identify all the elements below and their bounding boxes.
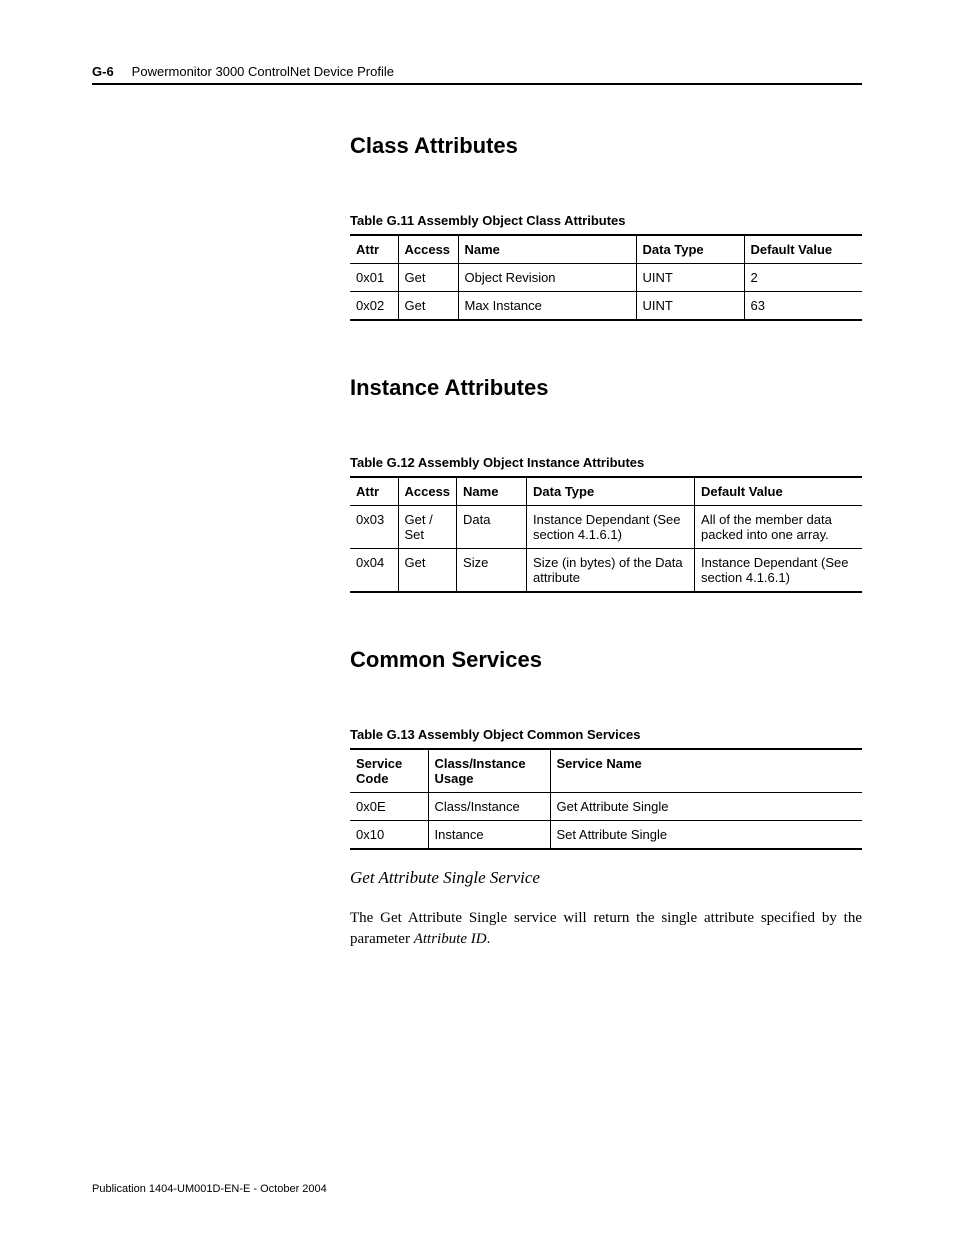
cell-name: Max Instance: [458, 292, 636, 321]
table-common-services: Service Code Class/Instance Usage Servic…: [350, 748, 862, 850]
col-service-name: Service Name: [550, 749, 862, 793]
table-caption-g12: Table G.12 Assembly Object Instance Attr…: [350, 455, 862, 470]
table-row: 0x03 Get / Set Data Instance Dependant (…: [350, 506, 862, 549]
table-caption-g13: Table G.13 Assembly Object Common Servic…: [350, 727, 862, 742]
cell-name: Data: [457, 506, 527, 549]
cell-default: All of the member data packed into one a…: [695, 506, 862, 549]
cell-data-type: UINT: [636, 264, 744, 292]
cell-data-type: Instance Dependant (See section 4.1.6.1): [527, 506, 695, 549]
cell-usage: Instance: [428, 821, 550, 850]
cell-default: 2: [744, 264, 862, 292]
table-row: 0x02 Get Max Instance UINT 63: [350, 292, 862, 321]
col-name: Name: [457, 477, 527, 506]
cell-service-name: Set Attribute Single: [550, 821, 862, 850]
col-data-type: Data Type: [636, 235, 744, 264]
cell-attr: 0x02: [350, 292, 398, 321]
document-title: Powermonitor 3000 ControlNet Device Prof…: [132, 64, 394, 79]
col-usage: Class/Instance Usage: [428, 749, 550, 793]
table-row: 0x10 Instance Set Attribute Single: [350, 821, 862, 850]
cell-default: 63: [744, 292, 862, 321]
cell-code: 0x0E: [350, 793, 428, 821]
cell-attr: 0x04: [350, 549, 398, 593]
table-header-row: Attr Access Name Data Type Default Value: [350, 477, 862, 506]
cell-usage: Class/Instance: [428, 793, 550, 821]
col-data-type: Data Type: [527, 477, 695, 506]
table-class-attributes: Attr Access Name Data Type Default Value…: [350, 234, 862, 321]
col-default: Default Value: [744, 235, 862, 264]
page-number: G-6: [92, 64, 114, 79]
col-attr: Attr: [350, 477, 398, 506]
cell-name: Size: [457, 549, 527, 593]
cell-data-type: Size (in bytes) of the Data attribute: [527, 549, 695, 593]
cell-access: Get: [398, 264, 458, 292]
body-paragraph: The Get Attribute Single service will re…: [350, 908, 862, 950]
heading-instance-attributes: Instance Attributes: [350, 375, 862, 401]
cell-access: Get: [398, 549, 457, 593]
col-access: Access: [398, 477, 457, 506]
publication-footer: Publication 1404-UM001D-EN-E - October 2…: [92, 1183, 327, 1195]
table-row: 0x01 Get Object Revision UINT 2: [350, 264, 862, 292]
cell-access: Get: [398, 292, 458, 321]
page-header: G-6 Powermonitor 3000 ControlNet Device …: [92, 64, 862, 85]
cell-attr: 0x01: [350, 264, 398, 292]
cell-data-type: UINT: [636, 292, 744, 321]
table-row: 0x0E Class/Instance Get Attribute Single: [350, 793, 862, 821]
table-row: 0x04 Get Size Size (in bytes) of the Dat…: [350, 549, 862, 593]
heading-class-attributes: Class Attributes: [350, 133, 862, 159]
cell-service-name: Get Attribute Single: [550, 793, 862, 821]
table-header-row: Attr Access Name Data Type Default Value: [350, 235, 862, 264]
col-default: Default Value: [695, 477, 862, 506]
cell-access: Get / Set: [398, 506, 457, 549]
col-name: Name: [458, 235, 636, 264]
cell-default: Instance Dependant (See section 4.1.6.1): [695, 549, 862, 593]
body-text-emphasis: Attribute ID: [414, 931, 487, 947]
cell-attr: 0x03: [350, 506, 398, 549]
heading-common-services: Common Services: [350, 647, 862, 673]
table-header-row: Service Code Class/Instance Usage Servic…: [350, 749, 862, 793]
body-text-suffix: .: [487, 931, 491, 947]
table-instance-attributes: Attr Access Name Data Type Default Value…: [350, 476, 862, 593]
table-caption-g11: Table G.11 Assembly Object Class Attribu…: [350, 213, 862, 228]
cell-name: Object Revision: [458, 264, 636, 292]
col-service-code: Service Code: [350, 749, 428, 793]
col-access: Access: [398, 235, 458, 264]
cell-code: 0x10: [350, 821, 428, 850]
subheading-get-attribute-single: Get Attribute Single Service: [350, 868, 862, 888]
col-attr: Attr: [350, 235, 398, 264]
main-content: Class Attributes Table G.11 Assembly Obj…: [350, 133, 862, 950]
